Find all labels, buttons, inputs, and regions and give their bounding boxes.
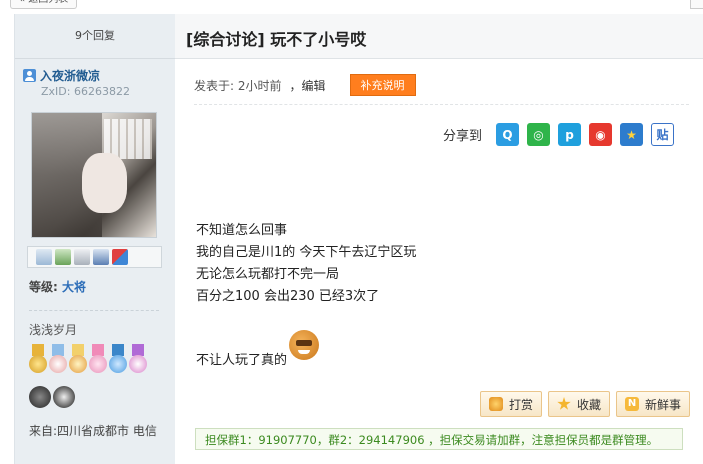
medal-icon[interactable] (69, 344, 87, 380)
profile-icon[interactable] (74, 249, 90, 265)
fresh-label: 新鲜事 (645, 397, 682, 412)
username-row[interactable]: 入夜浙微凉 (23, 66, 100, 84)
news-icon: N (625, 397, 640, 411)
content-line: 百分之100 会出230 已经3次了 (196, 289, 380, 304)
user-actions (27, 246, 162, 268)
wechat-icon[interactable]: ◎ (527, 123, 551, 146)
top-right-button[interactable] (690, 0, 703, 9)
user-icon (23, 68, 36, 82)
posted-time: 发表于: 2小时前 (194, 78, 282, 93)
reply-count: 9个回复 (15, 14, 175, 59)
post-content: 不知道怎么回事 我的自己是川1的 今天下午去辽宁区玩 无论怎么玩都打不完一局 百… (196, 220, 416, 308)
page-title: [综合讨论] 玩不了小号哎 (186, 30, 367, 49)
edit-link[interactable]: ，编辑 (290, 77, 326, 94)
top-bar: « 返回列表 (0, 0, 703, 14)
back-to-list-button[interactable]: « 返回列表 (10, 0, 78, 9)
avatar-image (32, 113, 156, 237)
medal-icon[interactable] (89, 344, 107, 380)
favorite-button[interactable]: 收藏 (548, 391, 611, 417)
favorite-label: 收藏 (577, 397, 602, 412)
reward-button[interactable]: 打赏 (480, 391, 543, 417)
meta-divider (194, 104, 689, 105)
user-level: 等级: 大将 (29, 278, 86, 295)
qq-icon[interactable]: Q (496, 123, 520, 146)
coin-icon (489, 397, 503, 411)
title-bar: [综合讨论] 玩不了小号哎 (175, 14, 703, 59)
post-meta: 发表于: 2小时前 ，编辑 补充说明 (194, 74, 416, 96)
user-zxid: ZxID: 66263822 (41, 85, 130, 98)
share-label: 分享到 (443, 129, 483, 144)
author-sidebar: 9个回复 入夜浙微凉 ZxID: 66263822 等级: 大将 浅浅岁月 来自… (14, 14, 176, 464)
fresh-news-button[interactable]: N 新鲜事 (616, 391, 691, 417)
medal-icon[interactable] (129, 344, 147, 380)
content-line: 不知道怎么回事 (196, 223, 288, 238)
star-icon (557, 397, 571, 410)
level-label: 等级: (29, 280, 58, 294)
level-value[interactable]: 大将 (62, 280, 86, 294)
angry-emoticon-icon (289, 330, 320, 360)
content-line: 不让人玩了真的 (196, 353, 288, 368)
card-icon[interactable] (93, 249, 109, 265)
blocks-icon[interactable] (112, 249, 128, 265)
reward-label: 打赏 (509, 397, 534, 412)
user-motto: 浅浅岁月 (29, 323, 78, 337)
content-last-line: 不让人玩了真的 (196, 330, 320, 368)
message-icon[interactable] (36, 249, 52, 265)
add-friend-icon[interactable] (55, 249, 71, 265)
post-main: [综合讨论] 玩不了小号哎 发表于: 2小时前 ，编辑 补充说明 分享到 Q ◎… (175, 14, 703, 464)
post-actions: 打赏 收藏 N 新鲜事 (480, 391, 691, 417)
medals-list (29, 344, 169, 408)
content-line: 我的自己是川1的 今天下午去辽宁区玩 (196, 245, 417, 260)
qzone-icon[interactable]: p (558, 123, 582, 146)
sidebar-divider (29, 310, 159, 311)
guarantee-notice: 担保群1：91907770，群2：294147906 ，担保交易请加群，注意担保… (195, 428, 683, 450)
weibo-icon[interactable]: ◉ (589, 123, 613, 146)
username-link[interactable]: 入夜浙微凉 (40, 67, 100, 84)
medal-icon[interactable] (53, 386, 75, 408)
supplement-button[interactable]: 补充说明 (349, 74, 416, 96)
medal-icon[interactable] (29, 344, 47, 380)
star-icon[interactable]: ★ (620, 123, 644, 146)
content-line: 无论怎么玩都打不完一局 (196, 267, 340, 282)
avatar[interactable] (31, 112, 157, 238)
user-location: 来自:四川省成都市 电信 (29, 424, 157, 438)
medal-icon[interactable] (29, 386, 51, 408)
tieba-icon[interactable]: 贴 (651, 123, 675, 146)
medal-icon[interactable] (109, 344, 127, 380)
share-bar: 分享到 Q ◎ p ◉ ★ 贴 (443, 123, 675, 146)
medal-icon[interactable] (49, 344, 67, 380)
